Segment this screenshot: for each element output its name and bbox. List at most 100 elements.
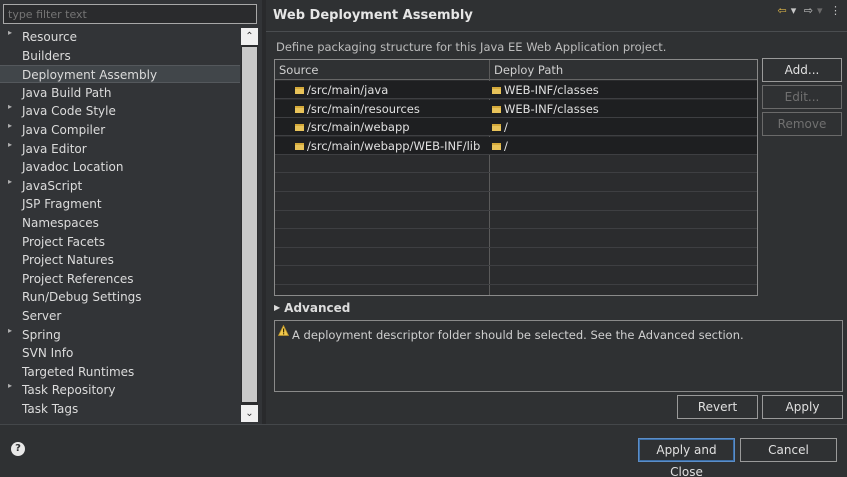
table-row[interactable]: /src/main/webapp /	[275, 118, 757, 137]
source-path: /src/main/java	[307, 83, 389, 97]
scroll-down-arrow[interactable]: ⌄	[241, 405, 258, 422]
deploy-path: WEB-INF/classes	[504, 101, 599, 116]
tree-item-label: Deployment Assembly	[22, 68, 158, 83]
tree-item[interactable]: ▸ Java Editor	[0, 140, 240, 158]
add-button[interactable]: Add...	[762, 58, 842, 82]
source-cell: /src/main/java	[295, 81, 388, 99]
deploy-path: WEB-INF/classes	[504, 83, 599, 97]
tree-item[interactable]: JSP Fragment	[0, 195, 240, 213]
expand-twisty-icon[interactable]: ▸	[8, 322, 12, 340]
column-header-deploy-path[interactable]: Deploy Path	[490, 60, 756, 80]
tree-item[interactable]: Targeted Runtimes	[0, 363, 240, 381]
tree-item[interactable]: ▸ JavaScript	[0, 177, 240, 195]
tree-item[interactable]: Task Tags	[0, 400, 240, 418]
advanced-section-toggle[interactable]: ▶ Advanced	[274, 301, 350, 315]
folder-icon	[295, 142, 304, 150]
forward-arrow-icon[interactable]: ⇨	[804, 4, 813, 17]
tree-item-label: Task Tags	[22, 402, 79, 416]
expand-twisty-icon[interactable]: ▸	[8, 377, 12, 395]
assembly-table[interactable]: Source ^ Deploy Path /src/main/java WEB-I…	[274, 59, 758, 296]
expand-twisty-icon[interactable]: ▸	[8, 173, 12, 191]
apply-button[interactable]: Apply	[762, 395, 843, 419]
table-row[interactable]	[275, 248, 757, 267]
expand-twisty-icon[interactable]: ▸	[8, 117, 12, 135]
folder-icon	[295, 87, 304, 94]
tree-item[interactable]: Java Build Path	[0, 84, 240, 102]
deploy-path-cell: /	[492, 137, 508, 155]
table-row[interactable]: /src/main/webapp/WEB-INF/lib /	[275, 136, 757, 155]
folder-icon	[492, 105, 501, 113]
table-row[interactable]	[275, 267, 757, 285]
scroll-thumb[interactable]	[242, 47, 257, 402]
tree-item-label: Project Facets	[22, 234, 105, 249]
page-title: Web Deployment Assembly	[273, 8, 473, 23]
tree-item-label: Task Repository	[22, 383, 116, 398]
tree-item-label: Builders	[22, 48, 71, 63]
back-arrow-icon[interactable]: ⇦	[778, 4, 787, 17]
tree-item-label: Targeted Runtimes	[22, 364, 135, 379]
column-header-source[interactable]: Source	[275, 60, 489, 80]
remove-button[interactable]: Remove	[762, 112, 842, 136]
table-row[interactable]	[275, 230, 757, 248]
tree-item[interactable]: SVN Info	[0, 344, 240, 362]
tree-item[interactable]: Project References	[0, 270, 240, 288]
revert-button[interactable]: Revert	[677, 395, 758, 419]
folder-icon	[492, 124, 501, 132]
dialog-button-bar: ? Apply and Close Cancel	[0, 424, 847, 477]
advanced-label: Advanced	[284, 301, 351, 315]
filter-input[interactable]	[3, 4, 257, 24]
tree-item[interactable]: Deployment Assembly	[0, 65, 240, 84]
source-cell: /src/main/webapp/WEB-INF/lib	[295, 137, 480, 155]
cancel-button[interactable]: Cancel	[740, 438, 837, 462]
edit-button[interactable]: Edit...	[762, 85, 842, 109]
message-area: A deployment descriptor folder should be…	[274, 320, 843, 392]
tree-item-label: SVN Info	[22, 346, 74, 361]
tree-item-label: Project References	[22, 271, 134, 286]
tree-item-label: Javadoc Location	[22, 160, 124, 175]
tree-item[interactable]: Server	[0, 307, 240, 325]
tree-item[interactable]: ▸ Java Code Style	[0, 102, 240, 120]
tree-item[interactable]: Builders	[0, 47, 240, 65]
scroll-up-arrow[interactable]: ⌃	[241, 28, 258, 45]
table-row[interactable]	[275, 174, 757, 192]
deploy-path: /	[504, 120, 508, 135]
source-path: /src/main/webapp	[307, 120, 410, 135]
warning-icon	[278, 325, 289, 336]
expand-twisty-icon[interactable]: ▸	[8, 28, 12, 42]
tree-item-label: Resource	[22, 30, 78, 44]
preference-tree: ▸ Resource Builders Deployment Assembly Java…	[0, 28, 240, 424]
table-row[interactable]	[275, 286, 757, 295]
tree-item[interactable]: ▸ Spring	[0, 326, 240, 344]
table-row[interactable]: /src/main/java WEB-INF/classes	[275, 81, 757, 99]
source-cell: /src/main/resources	[295, 100, 420, 118]
title-separator	[266, 31, 847, 32]
tree-item[interactable]: Javadoc Location	[0, 158, 240, 176]
warning-message: A deployment descriptor folder should be…	[292, 328, 744, 342]
page-description: Define packaging structure for this Java…	[276, 40, 667, 54]
tree-item[interactable]: ▸ Resource	[0, 28, 240, 46]
tree-item-label: Java Editor	[22, 141, 87, 156]
deploy-path-cell: /	[492, 118, 508, 136]
deploy-path-cell: WEB-INF/classes	[492, 81, 599, 99]
tree-item[interactable]: Project Natures	[0, 251, 240, 269]
tree-item[interactable]: Run/Debug Settings	[0, 288, 240, 306]
table-row[interactable]	[275, 155, 757, 174]
tree-item[interactable]: Namespaces	[0, 214, 240, 232]
expand-twisty-icon[interactable]: ▸	[8, 136, 12, 154]
tree-item[interactable]: ▸ Java Compiler	[0, 121, 240, 139]
folder-icon	[492, 142, 501, 150]
table-row[interactable]	[275, 193, 757, 211]
view-menu-icon[interactable]: ⋮	[830, 4, 841, 17]
tree-item[interactable]: Project Facets	[0, 233, 240, 251]
forward-dropdown-icon[interactable]: ▾	[817, 4, 823, 17]
tree-scrollbar[interactable]: ⌃ ⌄	[241, 28, 258, 422]
tree-item[interactable]: ▸ Task Repository	[0, 381, 240, 399]
expand-twisty-icon[interactable]: ▸	[8, 98, 12, 116]
help-icon[interactable]: ?	[11, 442, 25, 456]
table-row[interactable]	[275, 211, 757, 230]
apply-and-close-button[interactable]: Apply and Close	[638, 438, 735, 477]
deploy-path: /	[504, 138, 508, 153]
table-row[interactable]: /src/main/resources WEB-INF/classes	[275, 99, 757, 118]
table-header: Source ^ Deploy Path	[275, 60, 757, 80]
back-dropdown-icon[interactable]: ▾	[791, 4, 797, 17]
